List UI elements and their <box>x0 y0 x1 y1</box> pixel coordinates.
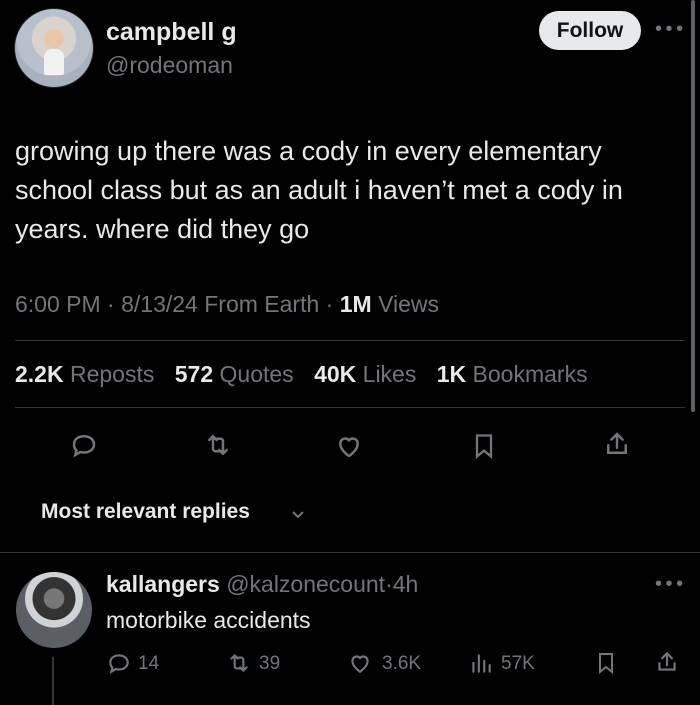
quotes-stat[interactable]: 572 Quotes <box>175 361 294 387</box>
likes-stat[interactable]: 40K Likes <box>314 361 416 387</box>
divider <box>15 407 685 408</box>
author-display-name[interactable]: campbell g <box>106 18 237 47</box>
divider <box>0 552 700 553</box>
reply-repost-icon[interactable] <box>224 650 254 676</box>
reply-like-count: 3.6K <box>382 653 422 674</box>
tweet-text: growing up there was a cody in every ele… <box>15 136 623 244</box>
scrollbar[interactable] <box>691 0 695 412</box>
share-icon[interactable] <box>602 428 632 460</box>
more-options-icon[interactable]: • • • <box>655 18 683 41</box>
divider <box>15 340 685 341</box>
reply-bookmark-icon[interactable] <box>594 650 618 676</box>
bookmark-icon[interactable] <box>470 431 498 461</box>
tweet-location: From Earth <box>204 291 320 317</box>
repost-icon[interactable] <box>202 430 234 460</box>
views-label: Views <box>378 291 440 317</box>
reply-author[interactable]: kallangers @kalzonecount·4h <box>106 571 418 598</box>
chevron-down-icon[interactable] <box>290 507 306 525</box>
analytics-icon[interactable] <box>468 650 494 676</box>
tweet-meta: 6:00 PM · 8/13/24 From Earth · 1M Views <box>15 291 440 317</box>
thread-line <box>52 657 54 705</box>
reposts-stat[interactable]: 2.2K Reposts <box>15 361 154 387</box>
reply-view-count: 57K <box>501 653 535 674</box>
author-avatar[interactable] <box>14 8 94 88</box>
reply-time[interactable]: 4h <box>393 571 419 597</box>
reply-reply-count: 14 <box>138 653 160 674</box>
tweet-time[interactable]: 6:00 PM <box>15 291 101 317</box>
bookmarks-stat[interactable]: 1K Bookmarks <box>437 361 588 387</box>
reply-icon[interactable] <box>69 430 99 460</box>
reply-like-icon[interactable] <box>346 650 374 676</box>
views-count: 1M <box>339 291 372 317</box>
like-icon[interactable] <box>333 431 365 461</box>
reply-avatar[interactable] <box>16 572 92 648</box>
reply-share-icon[interactable] <box>654 648 680 676</box>
engagement-stats: 2.2K Reposts 572 Quotes 40K Likes 1K Boo… <box>15 361 588 388</box>
tweet-date[interactable]: 8/13/24 <box>121 291 198 317</box>
author-handle[interactable]: @rodeoman <box>106 52 233 79</box>
reply-more-options-icon[interactable]: • • • <box>655 573 683 596</box>
reply-reply-icon[interactable] <box>106 650 132 676</box>
replies-sort-button[interactable]: Most relevant replies <box>41 500 250 524</box>
reply-display-name[interactable]: kallangers <box>106 571 220 597</box>
follow-button[interactable]: Follow <box>539 11 641 50</box>
reply-text: motorbike accidents <box>106 607 311 633</box>
reply-handle[interactable]: @kalzonecount <box>226 571 385 597</box>
reply-repost-count: 39 <box>259 653 281 674</box>
